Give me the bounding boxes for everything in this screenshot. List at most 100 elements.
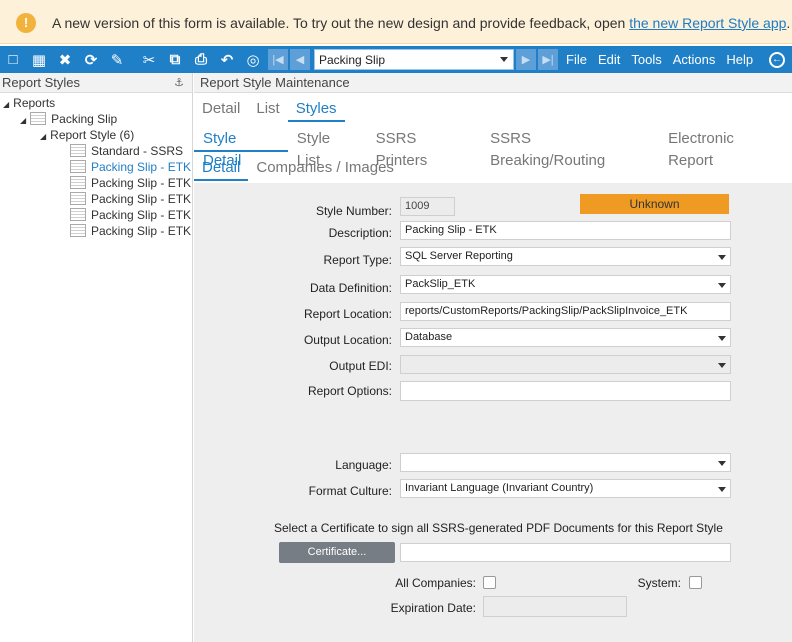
chevron-down-icon [718,336,726,341]
all-companies-checkbox[interactable] [483,576,496,589]
tab-list[interactable]: List [248,98,287,122]
tree-node-label: Report Style (6) [50,128,135,142]
report-options-label: Report Options: [307,384,392,398]
tree-item-style[interactable]: Packing Slip - ETK [70,192,191,206]
report-type-label: Report Type: [323,253,392,267]
tab-detail[interactable]: Detail [194,98,248,122]
pin-icon[interactable]: ⚓ [174,73,184,93]
warning-icon: ! [16,13,36,33]
report-selector[interactable]: Packing Slip [314,49,514,70]
tab-style-detail[interactable]: Style Detail [194,128,288,169]
new-app-link[interactable]: the new Report Style app [629,15,786,31]
banner-text: A new version of this form is available.… [52,15,630,31]
document-icon [70,144,86,157]
document-icon [70,192,86,205]
certificate-prompt: Select a Certificate to sign all SSRS-ge… [274,521,723,535]
report-type-value: SQL Server Reporting [405,250,513,262]
new-icon[interactable]: □ [0,46,26,73]
style-detail-form: Style Number: 1009 Unknown Description: … [194,183,792,642]
menu-edit[interactable]: Edit [598,52,620,67]
tree-item-style[interactable]: Packing Slip - ETK [70,224,191,238]
menu-file[interactable]: File [566,52,587,67]
data-definition-select[interactable]: PackSlip_ETK [400,275,731,294]
menu-tools[interactable]: Tools [631,52,661,67]
format-culture-label: Format Culture: [308,484,392,498]
tab-ssrs-breaking-routing[interactable]: SSRS Breaking/Routing [481,128,659,169]
tree-item-label: Packing Slip - ETK [91,224,192,238]
chevron-down-icon [718,363,726,368]
main-panel-header: Report Style Maintenance [194,73,792,93]
output-edi-select[interactable] [400,355,731,374]
certificate-field[interactable] [400,543,731,562]
toolbar-right: ← [767,46,792,73]
tree-panel-header: Report Styles ⚓ [0,73,192,93]
language-label: Language: [335,458,392,472]
clear-icon[interactable]: ✎ [104,46,130,73]
system-checkbox[interactable] [689,576,702,589]
expand-triangle-icon[interactable]: ◢ [40,132,46,141]
tab-styles[interactable]: Styles [287,98,345,122]
search-icon[interactable]: ◎ [240,46,266,73]
save-icon[interactable]: ▦ [26,46,52,73]
tree-item-style[interactable]: Packing Slip - ETK [70,208,191,222]
data-definition-value: PackSlip_ETK [405,278,476,290]
tree-item-label: Packing Slip - ETK [91,160,192,174]
chevron-down-icon [718,255,726,260]
expiration-date-label: Expiration Date: [390,601,476,615]
tab-sub-detail[interactable]: Detail [194,157,249,181]
tab-electronic-report[interactable]: Electronic Report [659,128,792,169]
report-selector-value: Packing Slip [319,52,386,67]
document-icon [30,112,47,125]
expand-triangle-icon[interactable]: ◢ [20,116,26,125]
expand-triangle-icon[interactable]: ◢ [3,100,9,109]
previous-record-icon[interactable]: ◀ [290,49,310,70]
tree-node-packing-slip[interactable]: ◢ Packing Slip [20,112,117,126]
first-record-icon[interactable]: |◀ [268,49,288,70]
tree-node-report-style-group[interactable]: ◢ Report Style (6) [40,128,134,142]
next-record-icon[interactable]: ▶ [516,49,536,70]
chevron-down-icon [718,461,726,466]
data-definition-label: Data Definition: [309,281,392,295]
tab-style-list[interactable]: Style List [288,128,367,169]
output-location-value: Database [405,331,453,343]
tree-item-style[interactable]: Packing Slip - ETK [70,176,191,190]
output-location-select[interactable]: Database [400,328,731,347]
report-options-field[interactable] [400,381,731,401]
tree-item-style-selected[interactable]: Packing Slip - ETK [70,160,191,174]
copy-icon[interactable]: ⧉ [162,46,188,73]
tree-node-label: Packing Slip [51,112,118,126]
language-select[interactable] [400,453,731,472]
style-number-label: Style Number: [315,204,392,218]
chevron-down-icon [718,283,726,288]
description-field[interactable]: Packing Slip - ETK [400,221,731,240]
undo-icon[interactable]: ↶ [214,46,240,73]
tab-companies-images[interactable]: Companies / Images [248,157,402,181]
chevron-down-icon [718,487,726,492]
cut-icon[interactable]: ✂ [136,46,162,73]
report-location-field[interactable]: reports/CustomReports/PackingSlip/PackSl… [400,302,731,321]
tree-item-label: Packing Slip - ETK [91,176,192,190]
detail-sub-tabs: Detail Companies / Images [194,157,402,181]
tab-ssrs-printers[interactable]: SSRS Printers [367,128,482,169]
tree-node-reports[interactable]: ◢ Reports [3,96,55,110]
toolbar: □ ▦ ✖ ⟳ ✎ ✂ ⧉ ⎙ ↶ ◎ |◀ ◀ Packing Slip ▶ … [0,46,792,73]
description-label: Description: [328,226,392,240]
last-record-icon[interactable]: ▶| [538,49,558,70]
format-culture-select[interactable]: Invariant Language (Invariant Country) [400,479,731,498]
report-styles-tree-panel: Report Styles ⚓ ◢ Reports ◢ Packing Slip ◢… [0,73,193,642]
status-badge: Unknown [580,194,729,214]
menu-actions[interactable]: Actions [673,52,716,67]
menu-help[interactable]: Help [726,52,753,67]
refresh-icon[interactable]: ⟳ [78,46,104,73]
expiration-date-field[interactable] [483,596,627,617]
delete-icon[interactable]: ✖ [52,46,78,73]
paste-icon[interactable]: ⎙ [188,46,214,73]
banner-suffix: . [786,15,791,31]
tree-node-label: Reports [13,96,56,110]
certificate-button[interactable]: Certificate... [279,542,395,563]
system-label: System: [637,576,681,590]
top-tabs: Detail List Styles [194,98,345,122]
report-type-select[interactable]: SQL Server Reporting [400,247,731,266]
tree-item-style[interactable]: Standard - SSRS [70,144,183,158]
back-arrow-icon[interactable]: ← [769,51,785,68]
